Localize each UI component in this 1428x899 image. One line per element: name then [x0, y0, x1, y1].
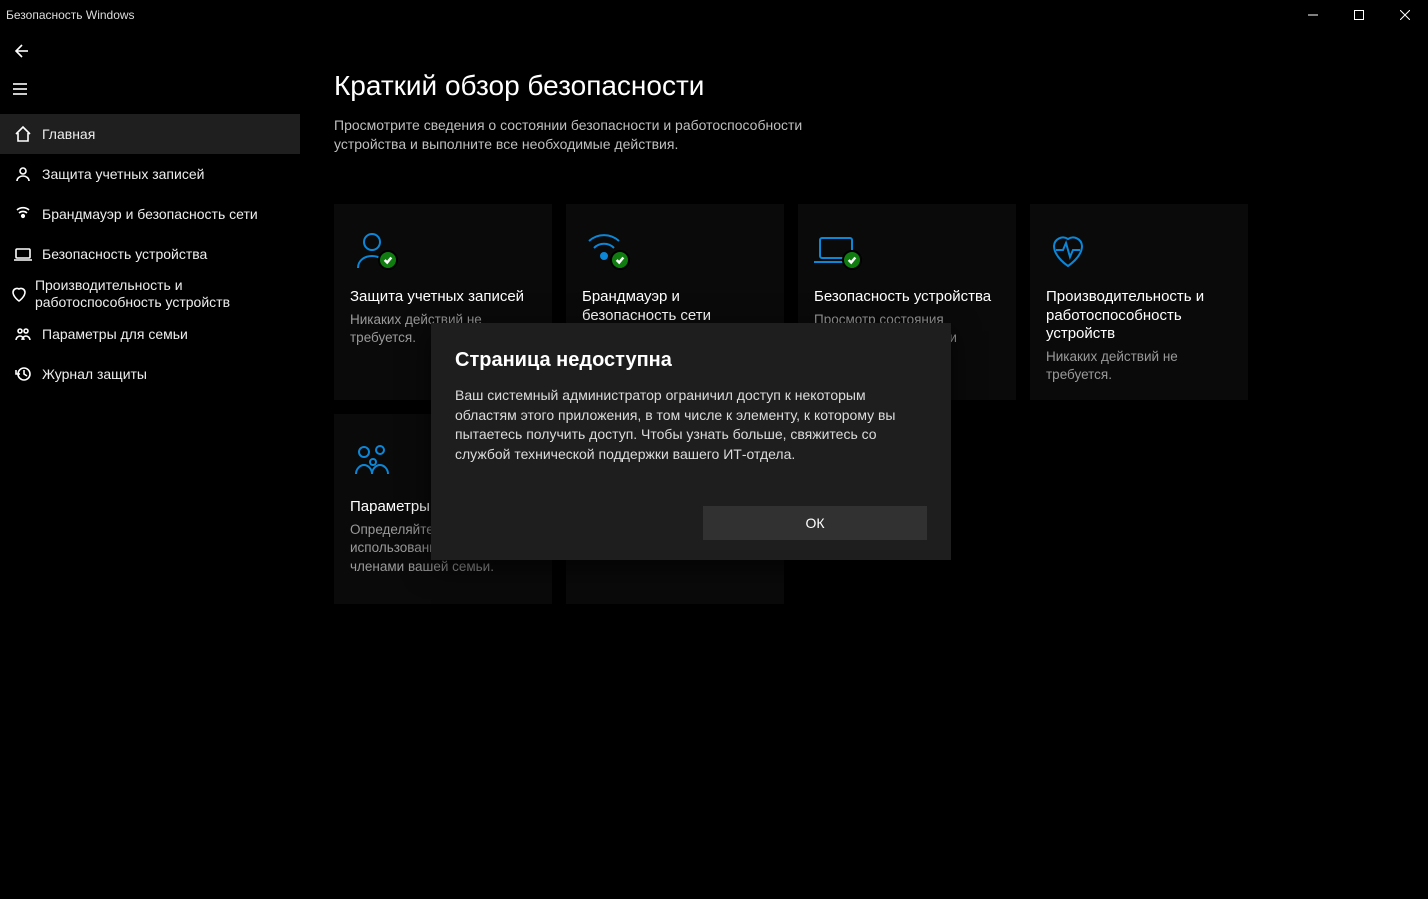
page-subtitle: Просмотрите сведения о состоянии безопас… [334, 116, 854, 154]
account-icon [8, 165, 38, 183]
sidebar-item-label: Параметры для семьи [38, 326, 188, 343]
titlebar: Безопасность Windows [0, 0, 1428, 30]
sidebar-item-home[interactable]: Главная [0, 114, 300, 154]
card-performance[interactable]: Производительность и работоспособность у… [1030, 204, 1248, 401]
close-button[interactable] [1382, 0, 1428, 30]
dialog-body: Ваш системный администратор ограничил до… [455, 386, 927, 464]
maximize-button[interactable] [1336, 0, 1382, 30]
card-title: Защита учетных записей [350, 288, 536, 307]
sidebar-item-account-protection[interactable]: Защита учетных записей [0, 154, 300, 194]
card-title: Безопасность устройства [814, 288, 1000, 307]
firewall-icon [8, 205, 38, 223]
dialog-ok-button[interactable]: ОК [703, 506, 927, 540]
family-icon [350, 438, 394, 482]
status-ok-badge [610, 250, 630, 270]
sidebar-item-firewall[interactable]: Брандмауэр и безопасность сети [0, 194, 300, 234]
status-ok-badge [842, 250, 862, 270]
device-icon [8, 245, 38, 263]
history-icon [8, 365, 38, 383]
dialog-page-unavailable: Страница недоступна Ваш системный админи… [431, 323, 951, 560]
sidebar-item-label: Производительность и работоспособность у… [31, 277, 300, 311]
family-icon [8, 325, 38, 343]
home-icon [8, 125, 38, 143]
back-button[interactable] [0, 32, 40, 70]
card-title: Производительность и работоспособность у… [1046, 288, 1232, 344]
window-title: Безопасность Windows [0, 8, 135, 22]
sidebar-item-label: Безопасность устройства [38, 246, 207, 263]
card-title: Брандмауэр и безопасность сети [582, 288, 768, 326]
hamburger-button[interactable] [0, 70, 40, 108]
status-ok-badge [378, 250, 398, 270]
sidebar-item-performance[interactable]: Производительность и работоспособность у… [0, 274, 300, 314]
sidebar: Главная Защита учетных записей Брандмауэ… [0, 30, 300, 899]
card-desc: Никаких действий не требуется. [1046, 348, 1232, 384]
sidebar-item-label: Брандмауэр и безопасность сети [38, 206, 258, 223]
sidebar-item-label: Журнал защиты [38, 366, 147, 383]
sidebar-item-family[interactable]: Параметры для семьи [0, 314, 300, 354]
heart-icon [8, 285, 31, 303]
heart-pulse-icon [1046, 228, 1090, 272]
sidebar-item-label: Защита учетных записей [38, 166, 204, 183]
sidebar-item-protection-history[interactable]: Журнал защиты [0, 354, 300, 394]
page-title: Краткий обзор безопасности [334, 70, 1394, 102]
dialog-title: Страница недоступна [455, 349, 927, 372]
minimize-button[interactable] [1290, 0, 1336, 30]
sidebar-item-device-security[interactable]: Безопасность устройства [0, 234, 300, 274]
sidebar-item-label: Главная [38, 126, 95, 143]
